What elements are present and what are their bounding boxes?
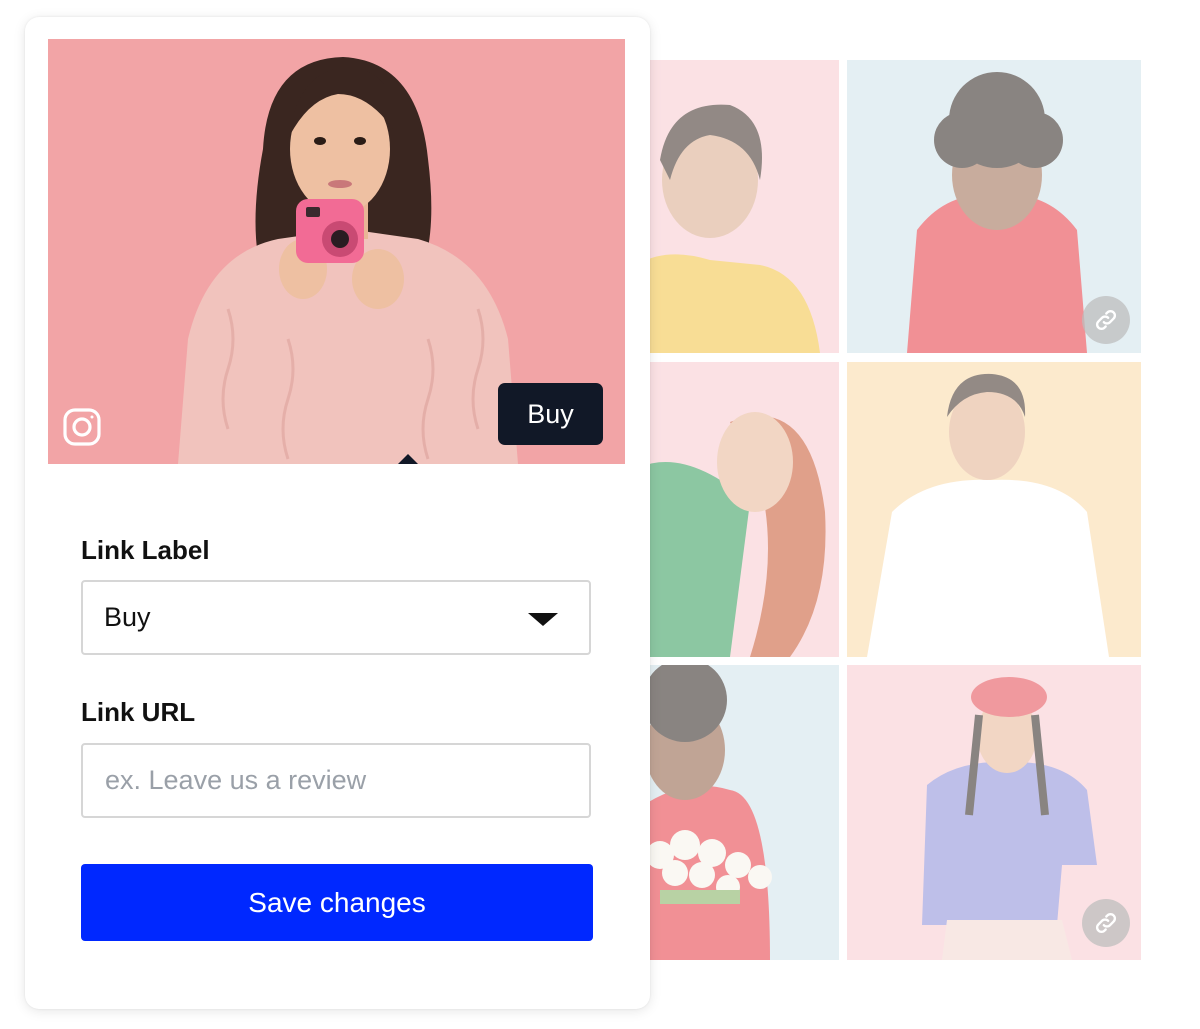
link-icon [1095, 309, 1117, 331]
buy-link-badge-label: Buy [527, 398, 574, 429]
link-label-select[interactable]: Buy [81, 580, 591, 655]
link-label-selected-value: Buy [104, 602, 151, 632]
link-url-heading: Link URL [81, 697, 196, 727]
gallery-photo [847, 362, 1141, 657]
save-changes-button[interactable]: Save changes [81, 864, 593, 941]
buy-link-badge[interactable]: Buy [498, 383, 603, 445]
instagram-icon [63, 408, 101, 446]
link-editor-card: Buy Link Label Buy Link URL Save changes [25, 17, 650, 1009]
gallery-photo [640, 362, 839, 657]
gallery-photo [640, 665, 839, 960]
link-badge[interactable] [1082, 296, 1130, 344]
badge-pointer [398, 454, 418, 464]
gallery-photo [640, 60, 839, 353]
link-icon [1095, 912, 1117, 934]
chevron-down-icon [528, 613, 558, 626]
link-label-heading: Link Label [81, 535, 210, 565]
post-preview: Buy [48, 39, 625, 464]
link-badge[interactable] [1082, 899, 1130, 947]
link-url-input[interactable] [81, 743, 591, 818]
